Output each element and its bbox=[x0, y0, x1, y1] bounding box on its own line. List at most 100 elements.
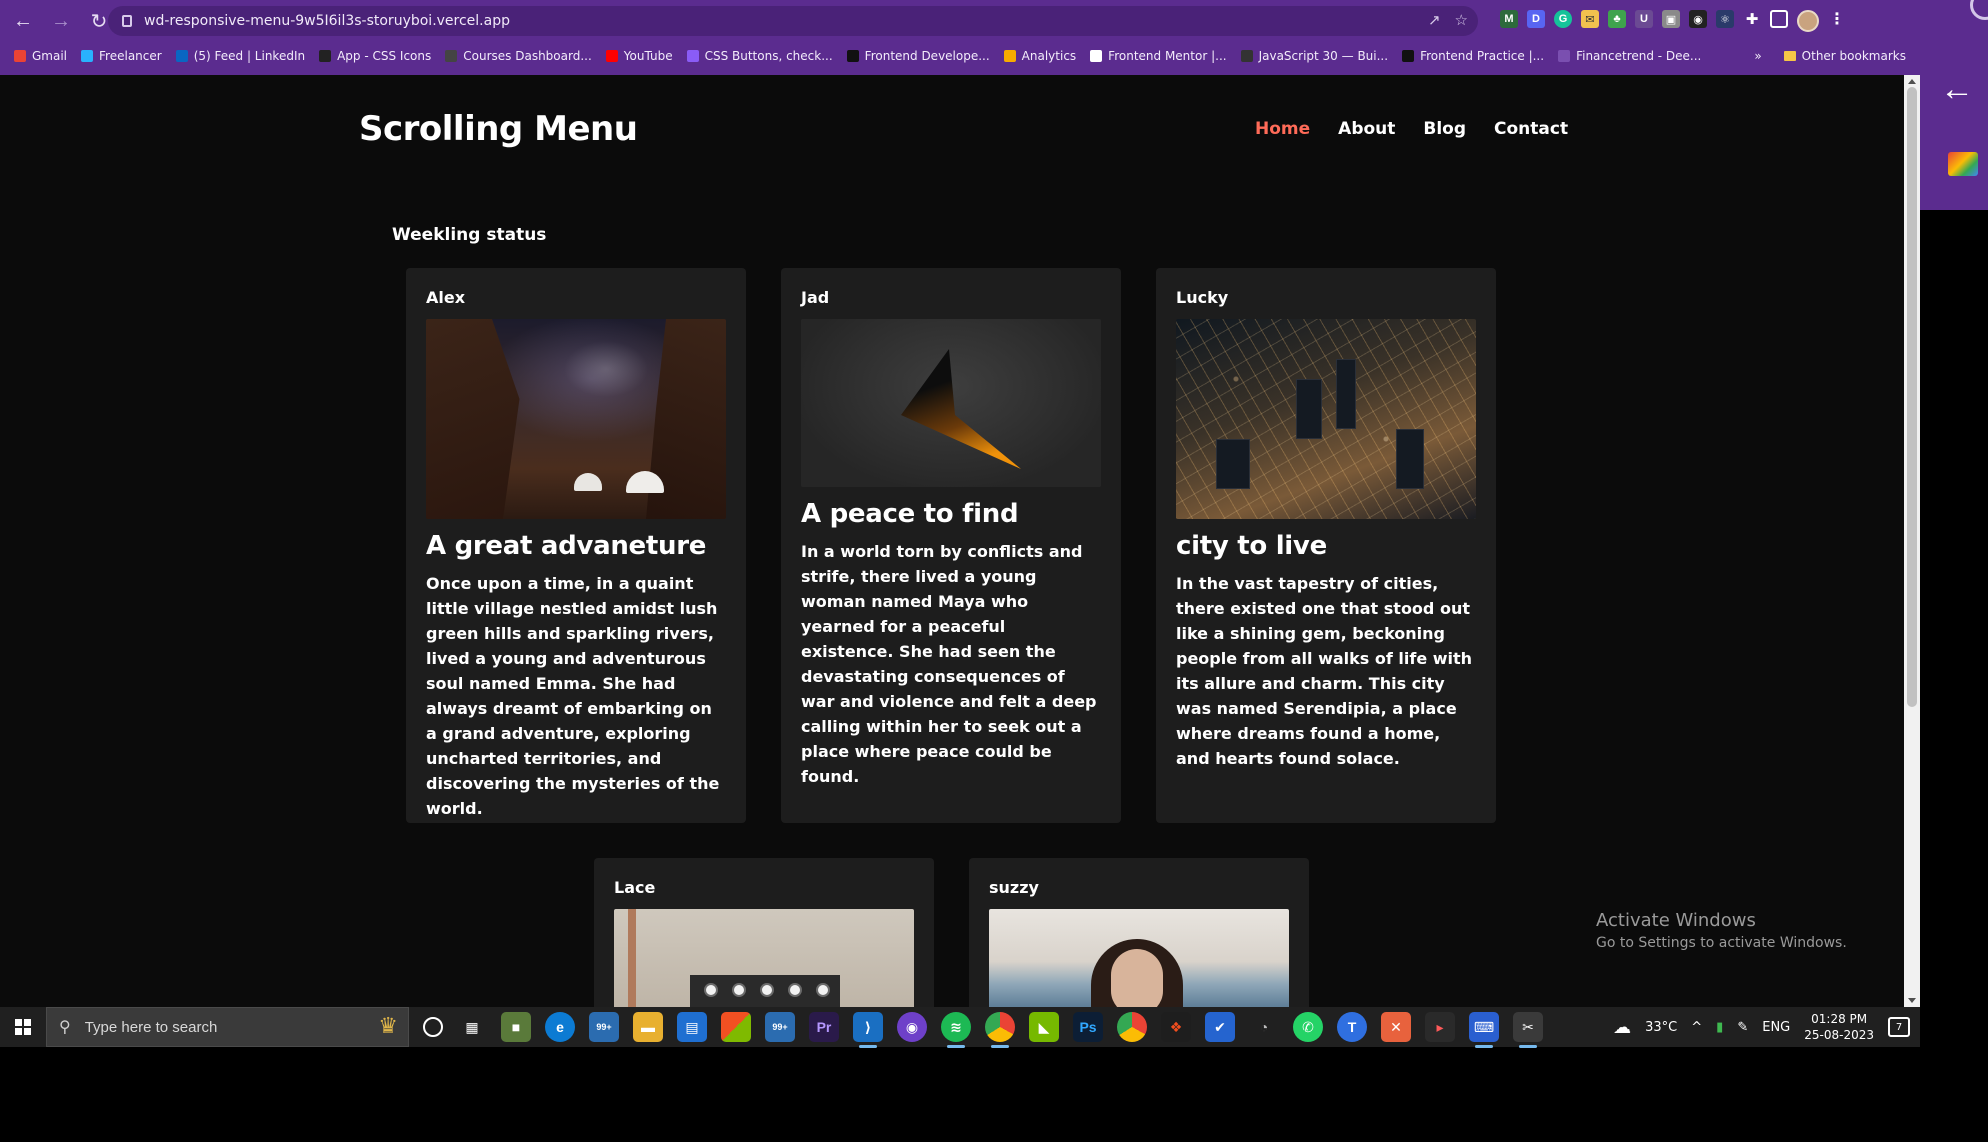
bookmark-item[interactable]: Financetrend - Dee... bbox=[1558, 49, 1701, 63]
todo-icon[interactable]: ✔ bbox=[1205, 1012, 1235, 1042]
extension-chat-icon[interactable]: ✉ bbox=[1581, 10, 1599, 28]
bookmark-item[interactable]: Frontend Mentor |... bbox=[1090, 49, 1227, 63]
scroll-down-icon[interactable] bbox=[1908, 998, 1916, 1003]
nav-link-about[interactable]: About bbox=[1338, 119, 1395, 139]
other-bookmarks[interactable]: Other bookmarks bbox=[1783, 49, 1906, 63]
bookmark-favicon-icon bbox=[1402, 50, 1415, 62]
github-icon[interactable]: ◉ bbox=[897, 1012, 927, 1042]
back-icon[interactable]: ← bbox=[8, 6, 38, 36]
bookmarks-overflow-icon[interactable]: » bbox=[1754, 49, 1761, 63]
spotify-icon[interactable]: ≋ bbox=[941, 1012, 971, 1048]
extensions-puzzle-icon[interactable]: ✚ bbox=[1743, 10, 1761, 28]
weather-cloud-icon[interactable]: ☁ bbox=[1613, 1017, 1631, 1038]
task-view-icon[interactable]: ▦ bbox=[457, 1012, 487, 1042]
extension-camera-icon[interactable]: ◉ bbox=[1689, 10, 1707, 28]
extension-react-icon[interactable]: ⚛ bbox=[1716, 10, 1734, 28]
bookmark-item[interactable]: Gmail bbox=[14, 49, 67, 63]
status-card-jad: Jad A peace to find In a world torn by c… bbox=[781, 268, 1121, 823]
bookmark-label: Freelancer bbox=[99, 49, 162, 63]
extension-picture-icon[interactable]: ▣ bbox=[1662, 10, 1680, 28]
start-button[interactable] bbox=[0, 1007, 46, 1047]
bookmark-label: Gmail bbox=[32, 49, 68, 63]
edge-icon[interactable]: e bbox=[545, 1012, 575, 1042]
pen-icon[interactable]: ✎ bbox=[1737, 1020, 1748, 1035]
minecraft-icon[interactable]: ■ bbox=[501, 1012, 531, 1042]
store-icon[interactable]: ▤ bbox=[677, 1012, 707, 1042]
x-app-icon[interactable]: ✕ bbox=[1381, 1012, 1411, 1042]
scroll-up-icon[interactable] bbox=[1908, 79, 1916, 84]
watermark-title: Activate Windows bbox=[1596, 910, 1756, 931]
star-icon[interactable]: ☆ bbox=[1455, 11, 1468, 29]
clock-date: 25-08-2023 bbox=[1804, 1028, 1874, 1042]
bookmark-item[interactable]: Courses Dashboard... bbox=[445, 49, 592, 63]
t-app-icon[interactable]: T bbox=[1337, 1012, 1367, 1042]
scrollbar-thumb[interactable] bbox=[1907, 87, 1917, 707]
bookmark-item[interactable]: CSS Buttons, check... bbox=[686, 49, 833, 63]
tray-chevron-up-icon[interactable]: ^ bbox=[1691, 1020, 1702, 1035]
whatsapp-icon[interactable]: ✆ bbox=[1293, 1012, 1323, 1042]
weather-temperature[interactable]: 33°C bbox=[1645, 1020, 1677, 1035]
figma-icon[interactable]: ❖ bbox=[1161, 1012, 1191, 1042]
bookmark-favicon-icon bbox=[319, 50, 332, 62]
card-image-wall-sockets bbox=[614, 909, 914, 1007]
office-icon[interactable] bbox=[721, 1012, 751, 1042]
chrome-icon[interactable] bbox=[985, 1012, 1015, 1048]
remote-desktop-icon[interactable]: ⌨ bbox=[1469, 1012, 1499, 1048]
card-body: In a world torn by conflicts and strife,… bbox=[801, 542, 1097, 786]
nav-link-home[interactable]: Home bbox=[1255, 119, 1310, 139]
terminal-icon[interactable]: ▸ bbox=[1425, 1012, 1455, 1042]
cortana-icon[interactable] bbox=[423, 1017, 443, 1037]
clock-app-icon[interactable]: ◔ bbox=[1249, 1012, 1279, 1042]
extension-d-icon[interactable]: D bbox=[1527, 10, 1545, 28]
bookmark-favicon-icon bbox=[1090, 50, 1103, 62]
bookmark-item[interactable]: Freelancer bbox=[81, 49, 162, 63]
bookmark-item[interactable]: Analytics bbox=[1003, 49, 1076, 63]
lock-icon bbox=[122, 15, 132, 27]
battery-icon[interactable]: ▮ bbox=[1716, 1020, 1723, 1035]
outlook-icon[interactable]: 99+ bbox=[765, 1012, 795, 1042]
vscode-icon[interactable]: ⟩ bbox=[853, 1012, 883, 1048]
share-icon[interactable]: ↗ bbox=[1428, 11, 1441, 29]
taskbar-search-placeholder: Type here to search bbox=[84, 1018, 218, 1036]
bookmark-item[interactable]: Frontend Practice |... bbox=[1402, 49, 1544, 63]
nav-link-contact[interactable]: Contact bbox=[1494, 119, 1568, 139]
card-author: Lucky bbox=[1176, 288, 1229, 307]
bookmark-item[interactable]: Frontend Develope... bbox=[846, 49, 990, 63]
premiere-icon[interactable]: Pr bbox=[809, 1012, 839, 1042]
taskbar-clock[interactable]: 01:28 PM 25-08-2023 bbox=[1804, 1011, 1874, 1043]
bookmark-item[interactable]: App - CSS Icons bbox=[319, 49, 431, 63]
card-image-night-sky bbox=[426, 319, 726, 519]
nav-link-blog[interactable]: Blog bbox=[1423, 119, 1466, 139]
bookmark-label: Courses Dashboard... bbox=[463, 49, 592, 63]
extension-u-icon[interactable]: U bbox=[1635, 10, 1653, 28]
address-bar[interactable]: wd-responsive-menu-9w5I6il3s-storuyboi.v… bbox=[108, 6, 1478, 36]
side-panel-icon[interactable] bbox=[1770, 10, 1788, 28]
bookmark-item[interactable]: YouTube bbox=[605, 49, 673, 63]
status-card-suzzy: suzzy bbox=[969, 858, 1309, 1007]
menu-kebab-icon[interactable]: ⋮ bbox=[1828, 10, 1846, 28]
url-text[interactable]: wd-responsive-menu-9w5I6il3s-storuyboi.v… bbox=[144, 13, 510, 29]
language-indicator[interactable]: ENG bbox=[1762, 1020, 1790, 1035]
grammarly-icon[interactable]: G bbox=[1554, 10, 1572, 28]
profile-avatar[interactable] bbox=[1797, 10, 1819, 32]
snipping-tool-icon[interactable]: ✂ bbox=[1513, 1012, 1543, 1048]
photoshop-icon[interactable]: Ps bbox=[1073, 1012, 1103, 1042]
mail-icon[interactable]: 99+ bbox=[589, 1012, 619, 1042]
forward-icon[interactable]: → bbox=[46, 6, 76, 36]
side-panel-back-icon[interactable]: ← bbox=[1940, 70, 1974, 109]
nvidia-icon[interactable]: ◣ bbox=[1029, 1012, 1059, 1042]
notification-center-icon[interactable]: 7 bbox=[1888, 1017, 1910, 1037]
chrome-profile-icon[interactable] bbox=[1117, 1012, 1147, 1042]
file-explorer-icon[interactable]: ▬ bbox=[633, 1012, 663, 1042]
extension-m-icon[interactable]: M bbox=[1500, 10, 1518, 28]
page-viewport: Scrolling Menu Home About Blog Contact Week… bbox=[0, 75, 1904, 1007]
bookmark-item[interactable]: JavaScript 30 — Bui... bbox=[1240, 49, 1388, 63]
bookmark-favicon-icon bbox=[846, 50, 859, 62]
page-scrollbar[interactable] bbox=[1904, 75, 1920, 1007]
taskbar-search[interactable]: ⚲ Type here to search ♛ bbox=[46, 1007, 409, 1047]
bookmark-favicon-icon bbox=[14, 50, 26, 62]
bookmark-item[interactable]: (5) Feed | LinkedIn bbox=[175, 49, 305, 63]
gmail-icon[interactable] bbox=[1948, 152, 1978, 176]
side-panel: ← bbox=[1920, 0, 1988, 210]
extension-leaf-icon[interactable]: ♣ bbox=[1608, 10, 1626, 28]
